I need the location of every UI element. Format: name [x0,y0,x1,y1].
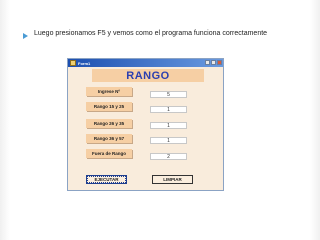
close-icon[interactable] [217,60,222,65]
count-36-57-field[interactable]: 1 [150,137,187,144]
label-rango-26-35: Rango 26 y 35 [86,119,132,128]
count-26-35-field[interactable]: 1 [150,122,187,129]
count-15-25-field[interactable]: 1 [150,106,187,113]
label-fuera-de-rango: Fuera de Rango [86,149,132,158]
app-icon [70,60,76,66]
maximize-icon[interactable] [211,60,216,65]
minimize-icon[interactable] [205,60,210,65]
count-out-of-range-field[interactable]: 2 [150,153,187,160]
slide-decoration-left [0,0,10,240]
label-ingrese: Ingrese Nº [86,87,132,96]
clear-button[interactable]: LIMPIAR [152,175,193,184]
bullet-arrow-icon [23,33,28,39]
label-rango-15-25: Rango 15 y 25 [86,102,132,111]
form-window: Form1 RANGO Ingrese Nº 5 Rango 15 y 25 1… [67,58,224,191]
execute-button[interactable]: EJECUTAR [86,175,127,184]
slide-decoration-right [310,0,320,240]
input-number-field[interactable]: 5 [150,91,187,98]
title-bar[interactable]: Form1 [68,59,223,67]
window-controls [205,60,222,65]
heading-panel: RANGO [92,69,204,82]
heading-title: RANGO [126,69,170,82]
slide-bullet-text: Luego presionamos F5 y vemos como el pro… [34,30,268,37]
label-rango-36-57: Rango 36 y 57 [86,134,132,143]
window-title: Form1 [78,60,91,66]
